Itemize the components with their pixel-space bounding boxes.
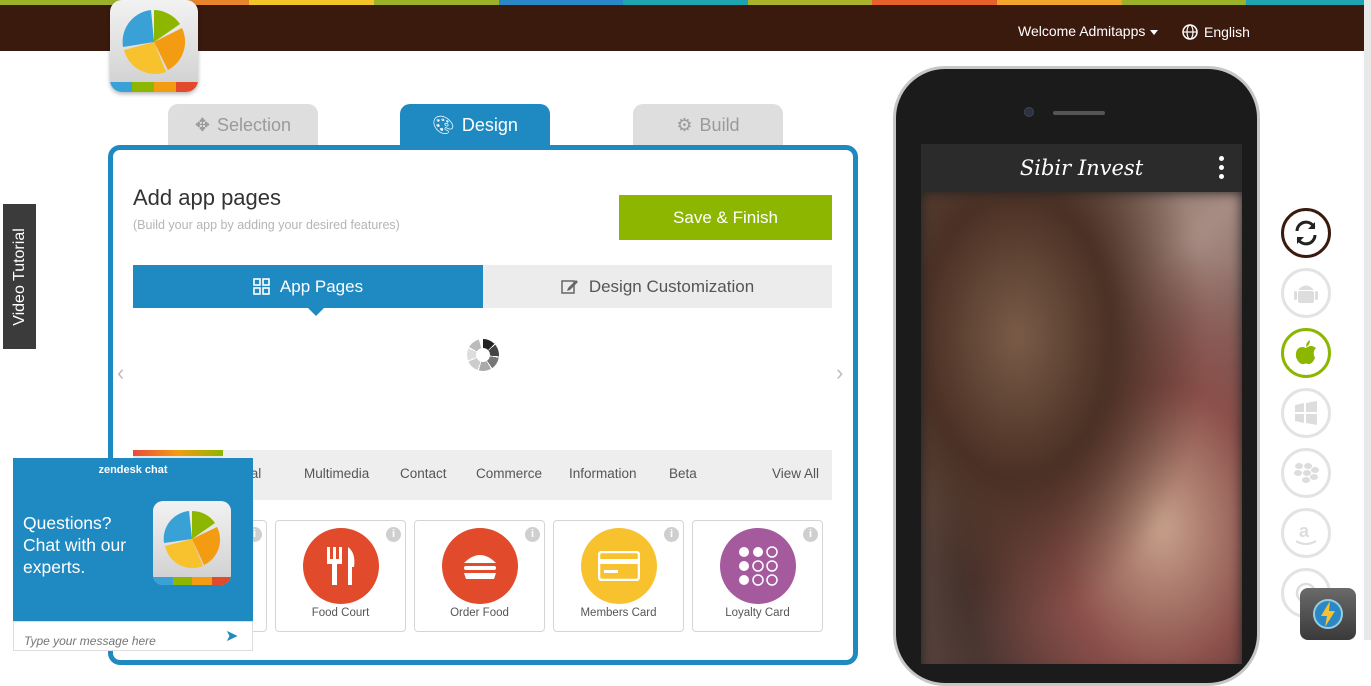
globe-icon (1182, 24, 1198, 40)
carousel-next-arrow[interactable]: › (836, 360, 843, 386)
welcome-label: Welcome Admitapps (1018, 23, 1146, 39)
tab-build[interactable]: ⚙ Build (633, 104, 783, 146)
refresh-icon (1295, 220, 1317, 246)
feature-card-food-court[interactable]: i Food Court (275, 520, 406, 632)
chat-app-logo (153, 501, 231, 585)
grid-icon (253, 278, 270, 295)
refresh-button[interactable] (1281, 208, 1331, 258)
tab-design[interactable]: 🎨︎ Design (400, 104, 550, 146)
lightning-icon (1313, 599, 1343, 629)
tab-build-label: Build (699, 114, 740, 135)
amazon-button[interactable]: a (1281, 508, 1331, 558)
active-notch (308, 308, 324, 316)
info-icon[interactable]: i (386, 527, 401, 542)
android-icon (1294, 285, 1318, 303)
app-logo[interactable] (110, 0, 198, 92)
info-icon[interactable]: i (803, 527, 818, 542)
palette-icon: 🎨︎ (432, 114, 455, 135)
tab-app-pages[interactable]: App Pages (133, 265, 483, 316)
fork-knife-icon (303, 528, 379, 604)
info-icon[interactable]: i (525, 527, 540, 542)
chat-question: Questions? Chat with our experts. (23, 513, 127, 577)
apple-button[interactable] (1281, 328, 1331, 378)
category-beta[interactable]: Beta (669, 466, 697, 481)
pie-chart-icon (122, 10, 186, 74)
camera-icon (1024, 107, 1034, 117)
feature-card-loyalty-card[interactable]: i Loyalty Card (692, 520, 823, 632)
tab-app-pages-label: App Pages (279, 276, 364, 296)
app-title-bar: Sibir Invest (921, 144, 1242, 192)
tab-selection-label: Selection (217, 114, 292, 135)
tab-design-customization-label: Design Customization (588, 276, 755, 296)
gears-icon: ⚙ (676, 114, 693, 135)
pie-chart-icon (163, 511, 221, 569)
phone-screen: Sibir Invest (921, 144, 1242, 664)
app-title: Sibir Invest (1019, 156, 1144, 180)
video-tutorial-label: Video Tutorial (10, 227, 28, 326)
feature-card-order-food[interactable]: i Order Food (414, 520, 545, 632)
category-contact[interactable]: Contact (400, 466, 447, 481)
feature-card-members-card[interactable]: i Members Card (553, 520, 684, 632)
blackberry-icon (1294, 463, 1319, 483)
tab-selection[interactable]: ✥ Selection (168, 104, 318, 146)
info-icon[interactable]: i (664, 527, 679, 542)
burger-icon (442, 528, 518, 604)
edit-icon (561, 280, 578, 294)
windows-button[interactable] (1281, 388, 1331, 438)
tab-design-customization[interactable]: Design Customization (483, 265, 832, 308)
category-view-all[interactable]: View All (772, 466, 819, 481)
speaker-icon (1053, 111, 1105, 115)
language-label: English (1204, 24, 1250, 40)
category-multimedia[interactable]: Multimedia (304, 466, 369, 481)
caret-down-icon (1150, 29, 1159, 35)
save-finish-button[interactable]: Save & Finish (619, 195, 832, 240)
loading-spinner (467, 339, 499, 371)
quick-action-button[interactable] (1300, 588, 1356, 640)
page-scrollbar[interactable] (1364, 0, 1371, 640)
amazon-icon: a (1295, 521, 1317, 545)
chat-header: zendesk chat (98, 464, 168, 476)
feature-label: Loyalty Card (725, 607, 790, 619)
chat-message-input[interactable] (24, 634, 214, 648)
blackberry-button[interactable] (1281, 448, 1331, 498)
chat-message-field[interactable] (13, 621, 253, 651)
dots-grid-icon (720, 528, 796, 604)
phone-preview: Sibir Invest (893, 66, 1260, 686)
windows-icon (1295, 401, 1317, 425)
category-information[interactable]: Information (569, 466, 637, 481)
feature-label: Food Court (311, 607, 370, 619)
send-icon[interactable]: ➤ (225, 626, 238, 646)
carousel-prev-arrow[interactable]: ‹ (117, 360, 124, 386)
svg-text:a: a (1299, 521, 1310, 541)
page-subtitle: (Build your app by adding your desired f… (133, 218, 400, 232)
feature-label: Order Food (450, 607, 509, 619)
tab-design-label: Design (461, 114, 518, 135)
page-title: Add app pages (133, 185, 282, 210)
feature-label: Members Card (580, 607, 657, 619)
background-photo (921, 192, 1242, 664)
crosshair-icon: ✥ (194, 114, 211, 135)
credit-card-icon (581, 528, 657, 604)
android-button[interactable] (1281, 268, 1331, 318)
video-tutorial-tab[interactable]: Video Tutorial (3, 204, 36, 349)
language-selector[interactable]: English (1182, 24, 1250, 40)
apple-icon (1295, 340, 1316, 365)
welcome-menu[interactable]: Welcome Admitapps (1018, 23, 1159, 39)
menu-icon[interactable] (1219, 156, 1224, 179)
category-commerce[interactable]: Commerce (476, 466, 542, 481)
chat-widget[interactable]: zendesk chat Questions? Chat with our ex… (13, 458, 253, 651)
top-bar: Welcome Admitapps English (0, 5, 1371, 51)
